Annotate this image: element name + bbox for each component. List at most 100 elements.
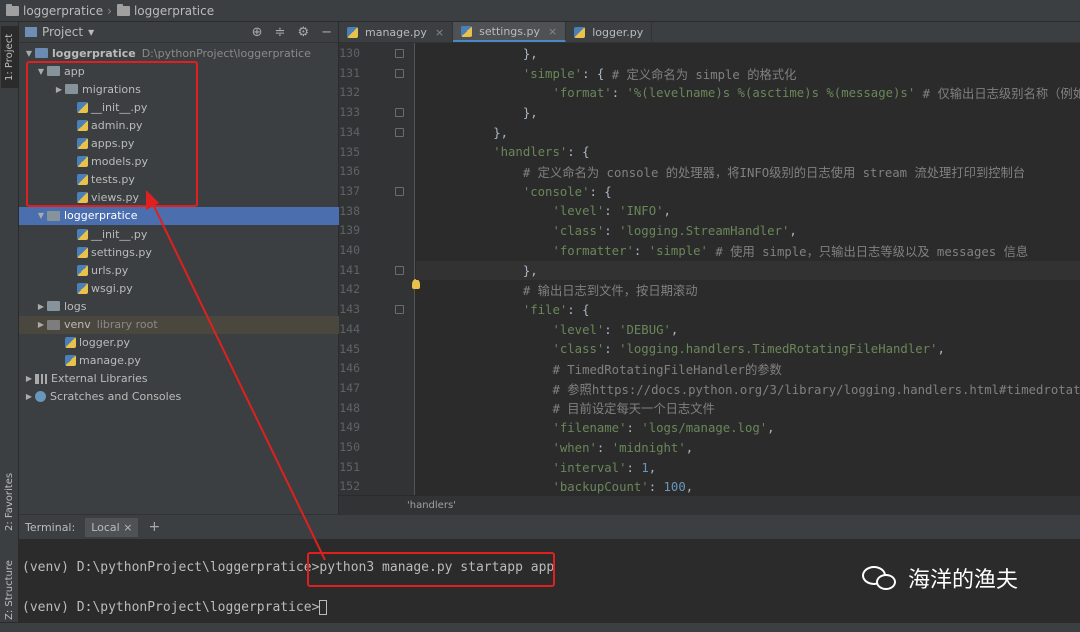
locate-icon[interactable]: ⊕ [252,25,263,40]
tree-item-label: logs [64,299,87,313]
code-token: 100 [663,480,686,495]
project-view-selector[interactable]: Project ▾ [25,25,94,39]
tab-label: manage.py [365,25,427,39]
line-number: 134 [339,124,360,139]
tool-tab-structure[interactable]: Z: Structure [1,550,18,630]
code-line: 'class': 'logging.StreamHandler', [434,221,796,241]
tree-item[interactable]: ▶ venv library root [19,315,339,334]
tab-logger-py[interactable]: logger.py [566,22,653,42]
code-line: }, [434,103,538,123]
tree-item[interactable]: settings.py [19,243,339,261]
wechat-icon [862,564,900,592]
line-number: 148 [339,400,360,415]
library-icon [35,373,47,384]
tab-label: logger.py [592,25,644,39]
code-token: 'level' [434,322,605,337]
tree-item[interactable]: wsgi.py [19,279,339,297]
tree-item-label: manage.py [79,354,141,368]
terminal-tab-local[interactable]: Local × [85,517,139,537]
line-number: 152 [339,479,360,494]
code-token: # 参照https://docs.python.org/3/library/lo… [552,382,1080,397]
terminal-line[interactable]: (venv) D:\pythonProject\loggerpratice> [22,600,328,615]
code-line: # 输出日志到文件，按日期滚动 [434,280,698,300]
terminal-prompt: (venv) D:\pythonProject\loggerpratice> [22,560,320,575]
fold-marker-icon[interactable] [395,108,404,118]
code-token: 'handlers' [434,145,568,160]
fold-marker-icon[interactable] [395,49,404,58]
watermark: 海洋的渔夫 [862,562,1018,594]
close-icon[interactable]: × [123,521,132,534]
code-line: 'handlers': { [434,143,589,163]
code-line: # 定义命名为 console 的处理器，将INFO级别的日志使用 stream… [434,162,1025,182]
code-line: 'simple': { # 定义命名为 simple 的格式化 [434,64,797,84]
tree-item-hint: D:\pythonProject\loggerpratice [141,46,311,60]
collapsed-arrow-icon[interactable]: ▶ [35,320,47,329]
code-token: : [626,421,642,436]
tree-item[interactable]: ▶ Scratches and Consoles [19,388,339,406]
code-token: : [611,86,627,101]
fold-marker-icon[interactable] [395,265,404,275]
new-terminal-icon[interactable]: + [148,519,160,535]
fold-marker-icon[interactable] [395,186,404,196]
code-token: 'formatter' [434,243,634,258]
breadcrumb-separator: › [107,3,112,18]
code-token: : [626,460,642,475]
code-token: , [685,480,694,495]
code-token: }, [434,263,538,278]
project-panel-title: Project [42,25,84,39]
tree-item-label: External Libraries [51,372,148,386]
tool-tab-favorites[interactable]: 2: Favorites [1,462,18,542]
line-number: 135 [339,144,360,159]
editor-breadcrumb-item[interactable]: 'handlers' [407,500,456,511]
code-token: , [670,322,679,337]
code-line: 'when': 'midnight', [434,438,693,458]
python-file-icon [461,25,473,37]
tab-manage-py[interactable]: manage.py × [339,22,454,42]
breadcrumb-item-project[interactable]: loggerpratice [23,4,103,18]
line-number: 140 [339,243,360,257]
code-token: 'console' [434,184,590,199]
code-token: 'logging.StreamHandler' [619,224,790,239]
close-icon[interactable]: × [435,26,444,39]
fold-marker-icon[interactable] [395,68,404,78]
collapse-all-icon[interactable]: ≑ [275,25,286,40]
tab-settings-py[interactable]: settings.py × [453,22,567,42]
code-token: 'format' [434,86,612,101]
expanded-arrow-icon[interactable]: ▼ [35,211,47,220]
code-token: : [648,480,664,495]
close-icon[interactable]: × [548,25,557,38]
collapsed-arrow-icon[interactable]: ▶ [23,392,35,401]
expanded-arrow-icon[interactable]: ▼ [23,49,35,58]
code-token: , [663,204,671,219]
watermark-text: 海洋的渔夫 [908,568,1019,593]
tree-item[interactable]: logger.py [19,334,339,352]
line-number: 145 [339,341,360,356]
hide-icon[interactable]: − [321,25,332,40]
code-token: 'filename' [434,421,627,436]
tree-item[interactable]: ▼ loggerpratice D:\pythonProject\loggerpra… [19,44,339,62]
line-number: 132 [339,85,360,100]
code-token: : { [589,184,612,199]
left-tool-strip: 1: Project 2: Favorites Z: Structure [0,22,19,622]
line-number-gutter[interactable]: 130 131 132 133 134 135 136 137 138 139 140 141 142 1… [339,43,420,495]
collapsed-arrow-icon[interactable]: ▶ [23,374,35,383]
line-number: 133 [339,105,360,120]
tree-item[interactable]: __init__.py [19,225,339,243]
code-token: }, [434,105,538,120]
code-token: 'DEBUG' [619,322,671,337]
tree-item[interactable]: ▼ loggerpratice [19,206,339,225]
gear-icon[interactable]: ⚙ [297,25,309,40]
tree-item[interactable]: manage.py [19,352,339,370]
tool-tab-project[interactable]: 1: Project [1,26,18,88]
fold-marker-icon[interactable] [395,127,404,137]
tree-item[interactable]: ▶ logs [19,297,339,315]
tree-item[interactable]: ▶ External Libraries [19,370,339,388]
annotation-box-command [307,552,555,587]
code-token: , [937,342,945,357]
code-line: }, [434,123,508,143]
breadcrumb-item-folder[interactable]: loggerpratice [134,4,214,18]
collapsed-arrow-icon[interactable]: ▶ [35,302,47,311]
fold-marker-icon[interactable] [395,305,404,315]
tree-item[interactable]: urls.py [19,261,339,279]
code-area[interactable]: }, 'simple': { # 定义命名为 simple 的格式化 'form… [416,43,1080,495]
